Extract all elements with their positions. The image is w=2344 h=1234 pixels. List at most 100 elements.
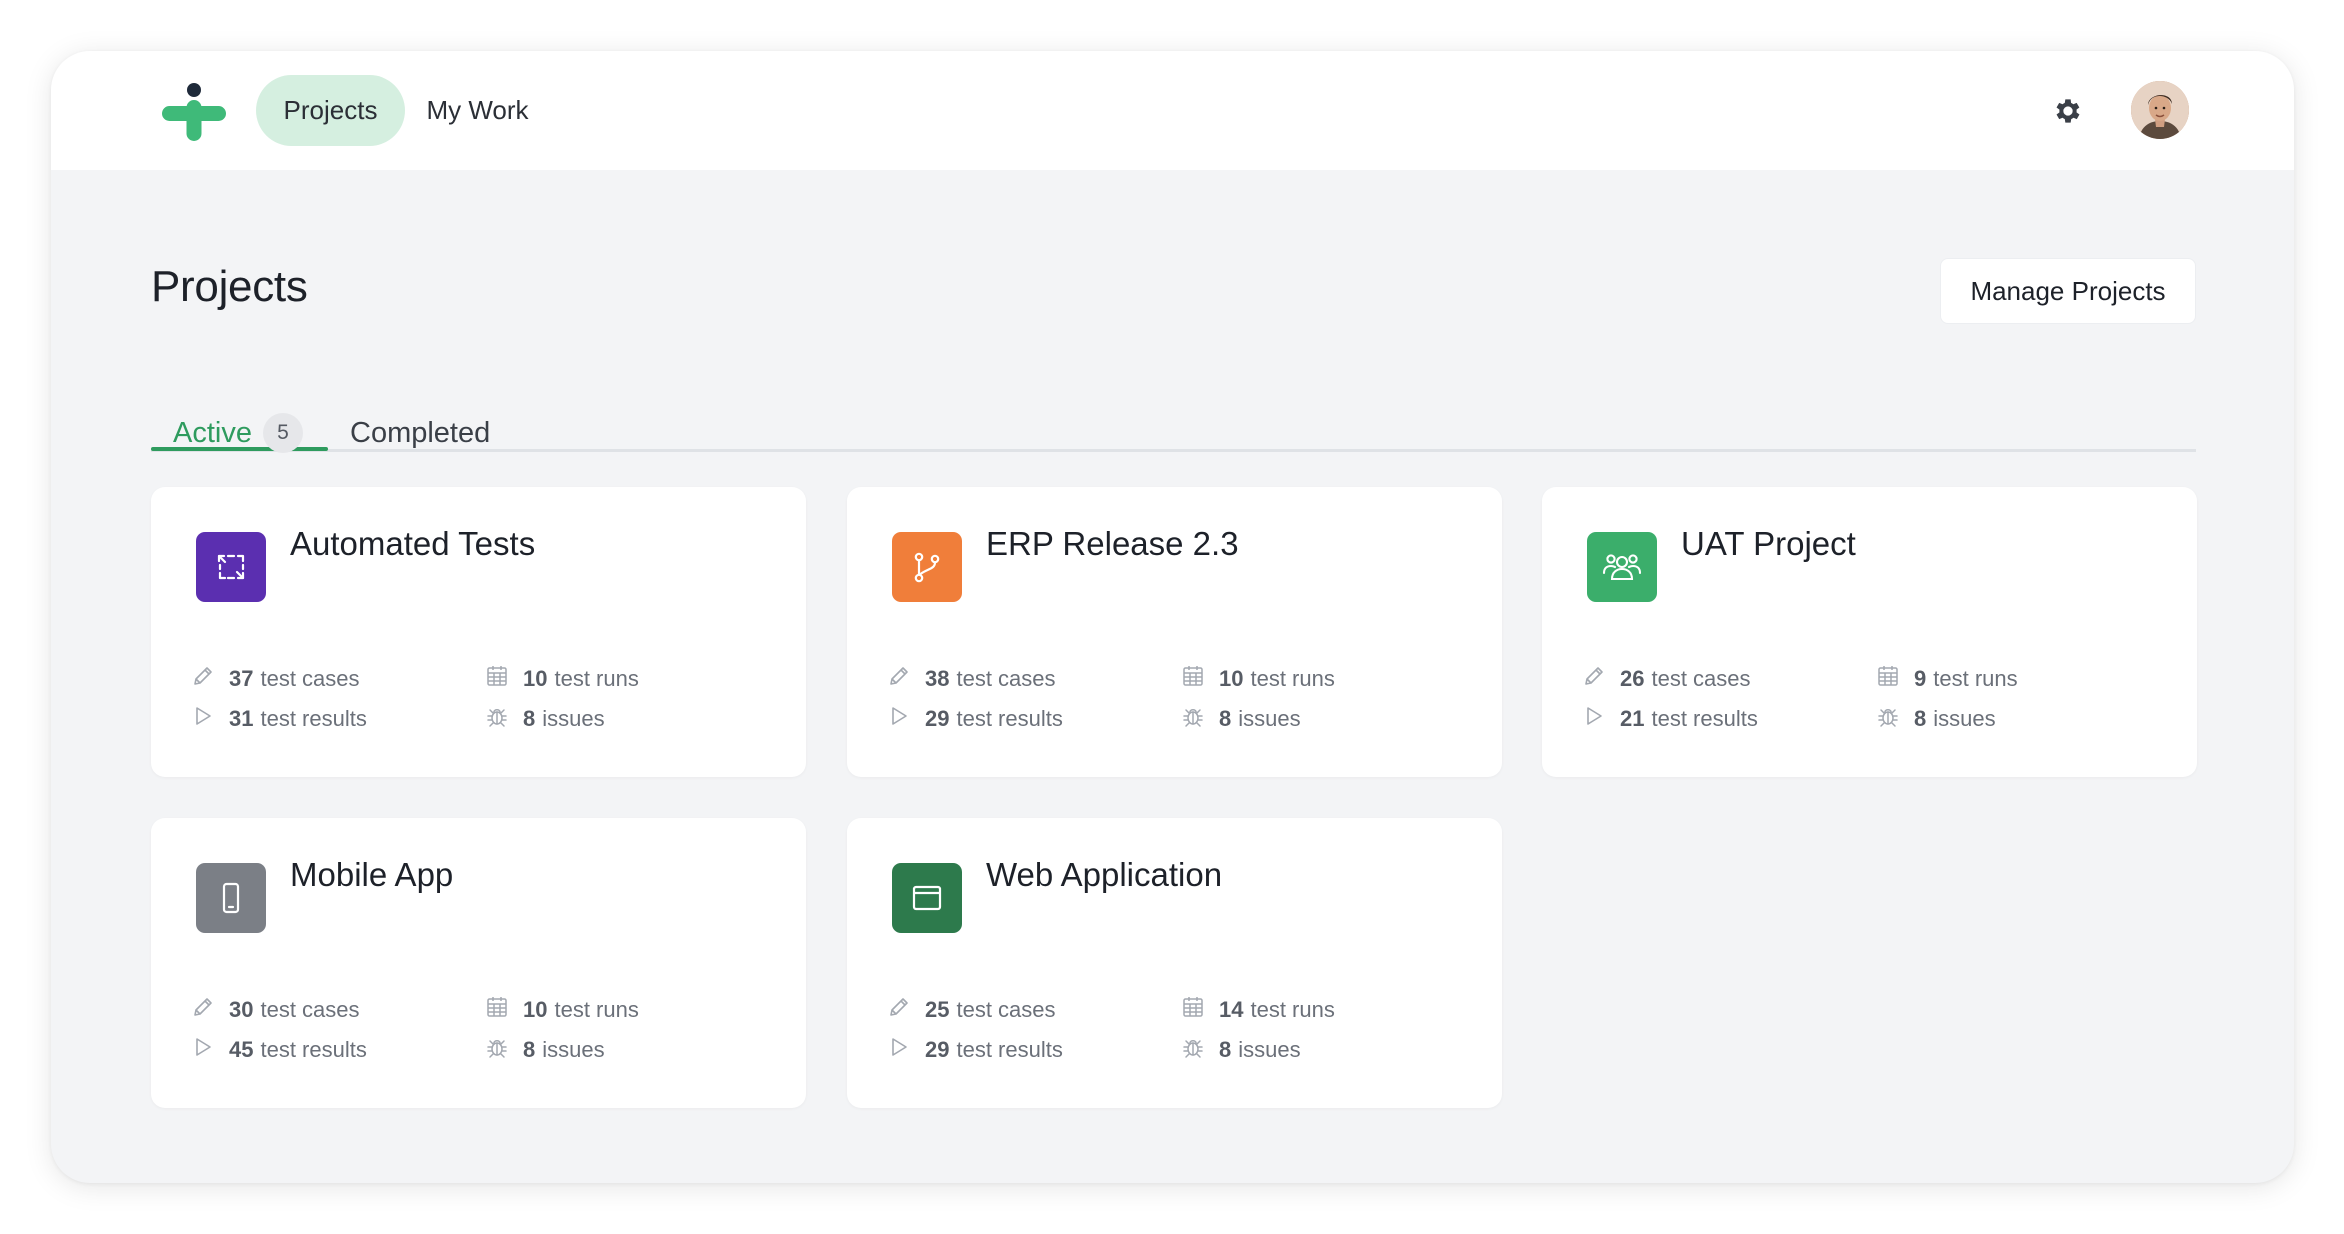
test-cases-count: 30 [229, 997, 254, 1022]
test-runs-stat: 10 test runs [485, 664, 639, 694]
issues-count: 8 [523, 1037, 536, 1062]
git-branch-icon [892, 532, 962, 602]
calendar-icon [1181, 995, 1219, 1025]
calendar-icon [1876, 664, 1914, 694]
test-runs-label: test runs [554, 666, 639, 691]
nav-projects[interactable]: Projects [256, 75, 405, 146]
gear-icon[interactable] [2052, 95, 2084, 127]
test-results-label: test results [260, 706, 367, 731]
test-results-label: test results [260, 1037, 367, 1062]
issues-count: 8 [523, 706, 536, 731]
test-runs-count: 10 [523, 997, 548, 1022]
pencil-icon [191, 995, 229, 1025]
bug-icon [1181, 704, 1219, 734]
test-cases-stat: 37 test cases [191, 664, 360, 694]
bug-icon [485, 1035, 523, 1065]
test-results-stat: 45 test results [191, 1035, 367, 1065]
test-runs-label: test runs [1250, 666, 1335, 691]
tab-active[interactable]: Active 5 [173, 413, 303, 453]
test-results-stat: 21 test results [1582, 704, 1758, 734]
issues-stat: 8 issues [1876, 704, 1996, 734]
play-icon [191, 1035, 229, 1065]
test-runs-label: test runs [1933, 666, 2018, 691]
bug-icon [1181, 1035, 1219, 1065]
test-results-count: 29 [925, 1037, 950, 1062]
issues-stat: 8 issues [485, 704, 605, 734]
test-results-count: 29 [925, 706, 950, 731]
issues-label: issues [1238, 1037, 1301, 1062]
issues-count: 8 [1914, 706, 1927, 731]
project-name: Web Application [986, 856, 1223, 893]
test-runs-count: 10 [523, 666, 548, 691]
mobile-icon [196, 863, 266, 933]
project-name: Automated Tests [290, 525, 536, 562]
test-cases-count: 26 [1620, 666, 1645, 691]
users-icon [1587, 532, 1657, 602]
project-card[interactable]: Automated Tests 37 test cases 31 test result… [151, 487, 806, 777]
page-title: Projects [151, 262, 308, 311]
tab-completed-label: Completed [350, 416, 491, 449]
issues-count: 8 [1219, 1037, 1232, 1062]
sync-arrows-icon [196, 532, 266, 602]
test-runs-count: 9 [1914, 666, 1927, 691]
project-card[interactable]: UAT Project 26 test cases 21 test results 9 te… [1542, 487, 2197, 777]
test-runs-count: 10 [1219, 666, 1244, 691]
project-card[interactable]: Mobile App 30 test cases 45 test results 10 te… [151, 818, 806, 1108]
test-runs-stat: 10 test runs [1181, 664, 1335, 694]
pencil-icon [1582, 664, 1620, 694]
project-card[interactable]: Web Application 25 test cases 29 test result… [847, 818, 1502, 1108]
issues-stat: 8 issues [1181, 704, 1301, 734]
nav-my-work[interactable]: My Work [414, 75, 541, 146]
calendar-icon [1181, 664, 1219, 694]
test-runs-label: test runs [1250, 997, 1335, 1022]
bug-icon [1876, 704, 1914, 734]
test-results-count: 21 [1620, 706, 1645, 731]
test-cases-label: test cases [260, 997, 360, 1022]
tab-active-label: Active [173, 416, 252, 449]
calendar-icon [485, 664, 523, 694]
pencil-icon [887, 995, 925, 1025]
test-results-stat: 29 test results [887, 704, 1063, 734]
test-results-count: 45 [229, 1037, 254, 1062]
project-name: Mobile App [290, 856, 454, 893]
issues-label: issues [1238, 706, 1301, 731]
tab-active-count-badge: 5 [262, 413, 303, 453]
top-navigation-bar: Projects My Work [51, 51, 2294, 170]
test-runs-stat: 9 test runs [1876, 664, 2018, 694]
calendar-icon [485, 995, 523, 1025]
test-results-stat: 31 test results [191, 704, 367, 734]
tab-completed[interactable]: Completed [350, 416, 490, 450]
browser-window-icon [892, 863, 962, 933]
test-cases-count: 25 [925, 997, 950, 1022]
manage-projects-button[interactable]: Manage Projects [1940, 258, 2196, 324]
pencil-icon [887, 664, 925, 694]
test-results-label: test results [1651, 706, 1758, 731]
test-results-stat: 29 test results [887, 1035, 1063, 1065]
test-cases-label: test cases [1651, 666, 1751, 691]
app-logo[interactable] [162, 81, 226, 143]
avatar-portrait [2131, 81, 2189, 139]
test-results-count: 31 [229, 706, 254, 731]
project-name: ERP Release 2.3 [986, 525, 1239, 562]
issues-label: issues [1933, 706, 1996, 731]
test-runs-stat: 14 test runs [1181, 995, 1335, 1025]
test-runs-label: test runs [554, 997, 639, 1022]
test-runs-stat: 10 test runs [485, 995, 639, 1025]
bug-icon [485, 704, 523, 734]
play-icon [887, 1035, 925, 1065]
play-icon [191, 704, 229, 734]
play-icon [887, 704, 925, 734]
user-avatar[interactable] [2131, 81, 2189, 139]
issues-label: issues [542, 706, 605, 731]
test-cases-count: 38 [925, 666, 950, 691]
app-window: Projects My Work Projects Manage Project… [51, 51, 2294, 1183]
test-cases-label: test cases [956, 666, 1056, 691]
test-cases-stat: 30 test cases [191, 995, 360, 1025]
project-name: UAT Project [1681, 525, 1856, 562]
test-cases-stat: 25 test cases [887, 995, 1056, 1025]
test-cases-count: 37 [229, 666, 254, 691]
issues-label: issues [542, 1037, 605, 1062]
test-cases-stat: 26 test cases [1582, 664, 1751, 694]
project-card[interactable]: ERP Release 2.3 38 test cases 29 test result… [847, 487, 1502, 777]
test-results-label: test results [956, 1037, 1063, 1062]
